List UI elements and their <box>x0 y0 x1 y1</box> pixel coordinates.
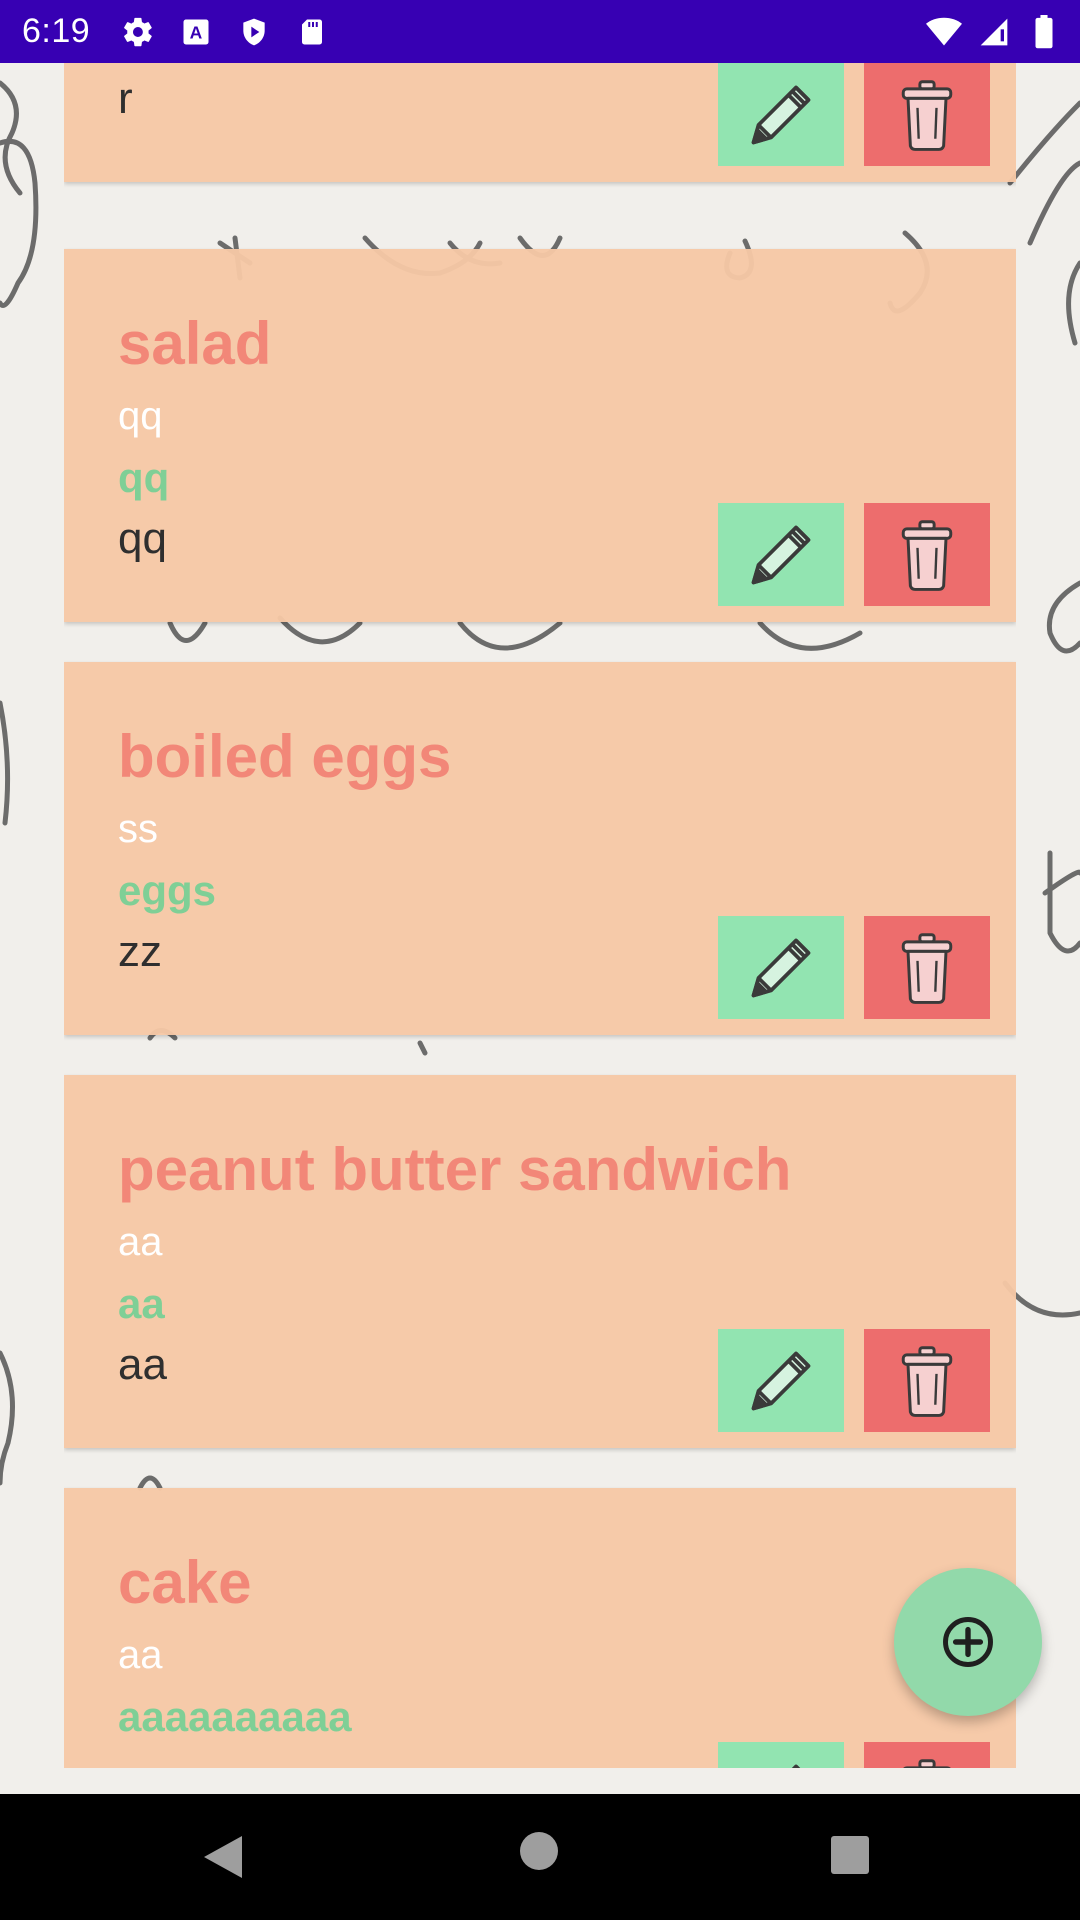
add-recipe-fab[interactable] <box>894 1568 1042 1716</box>
recipe-line-1: aa <box>118 1633 163 1677</box>
plus-circle-icon <box>943 1617 993 1667</box>
recipe-title: cake <box>118 1549 252 1616</box>
status-bar: 6:19 A <box>0 0 1080 63</box>
content-area[interactable]: r salad qq qq qq boiled eggs ss eggs zz … <box>0 63 1080 1794</box>
recipe-card[interactable]: cake aa aaaaaaaaaa <box>64 1488 1016 1768</box>
status-icons-right <box>926 0 1062 63</box>
wifi-icon <box>926 14 962 50</box>
recipe-line-2: qq <box>118 454 170 501</box>
recipe-line-3: zz <box>118 927 162 976</box>
pencil-icon <box>751 1351 811 1410</box>
recipe-card[interactable]: r <box>64 63 1016 182</box>
sd-card-icon <box>294 14 330 50</box>
recipe-line-2: aa <box>118 1280 165 1327</box>
trash-icon <box>901 932 953 1004</box>
trash-icon <box>901 1345 953 1417</box>
svg-text:A: A <box>190 22 203 42</box>
delete-button[interactable] <box>864 63 990 166</box>
trash-icon <box>902 1758 952 1768</box>
play-protect-icon <box>236 14 272 50</box>
recipe-title: boiled eggs <box>118 723 452 790</box>
pencil-icon <box>791 1764 801 1768</box>
delete-button[interactable] <box>864 916 990 1019</box>
status-time: 6:19 <box>22 12 91 50</box>
a-keyboard-icon: A <box>178 14 214 50</box>
recipe-card[interactable]: boiled eggs ss eggs zz <box>64 662 1016 1035</box>
recipe-card[interactable]: salad qq qq qq <box>64 249 1016 622</box>
recipe-card[interactable]: peanut butter sandwich aa aa aa <box>64 1075 1016 1448</box>
recipe-line-2: aaaaaaaaaa <box>118 1693 352 1740</box>
recipe-title: peanut butter sandwich <box>118 1136 792 1203</box>
delete-button[interactable] <box>864 1742 990 1768</box>
recents-icon[interactable] <box>831 1836 869 1874</box>
pencil-icon <box>751 85 811 144</box>
trash-icon <box>901 519 953 591</box>
home-icon[interactable] <box>520 1832 558 1870</box>
edit-button[interactable] <box>718 1329 844 1432</box>
edit-button[interactable] <box>718 503 844 606</box>
edit-button[interactable] <box>718 916 844 1019</box>
back-icon[interactable] <box>202 1834 244 1880</box>
recipe-line-1: qq <box>118 394 163 438</box>
recipe-line-3: r <box>118 74 133 123</box>
trash-icon <box>901 79 953 151</box>
recipe-line-1: ss <box>118 807 158 851</box>
recipe-line-2: eggs <box>118 867 217 914</box>
status-icons-left: A <box>120 14 330 50</box>
edit-button[interactable] <box>718 63 844 166</box>
delete-button[interactable] <box>864 1329 990 1432</box>
recipe-line-3: aa <box>118 1340 167 1389</box>
battery-icon <box>1026 14 1062 50</box>
navigation-bar <box>0 1794 1080 1920</box>
delete-button[interactable] <box>864 503 990 606</box>
signal-icon <box>976 14 1012 50</box>
settings-icon <box>120 14 156 50</box>
pencil-icon <box>751 938 811 997</box>
recipe-line-3: qq <box>118 514 167 563</box>
recipe-line-1: aa <box>118 1220 163 1264</box>
recipe-title: salad <box>118 310 272 377</box>
edit-button[interactable] <box>718 1742 844 1768</box>
recipe-list[interactable]: r salad qq qq qq boiled eggs ss eggs zz … <box>64 63 1016 1768</box>
pencil-icon <box>751 525 811 584</box>
